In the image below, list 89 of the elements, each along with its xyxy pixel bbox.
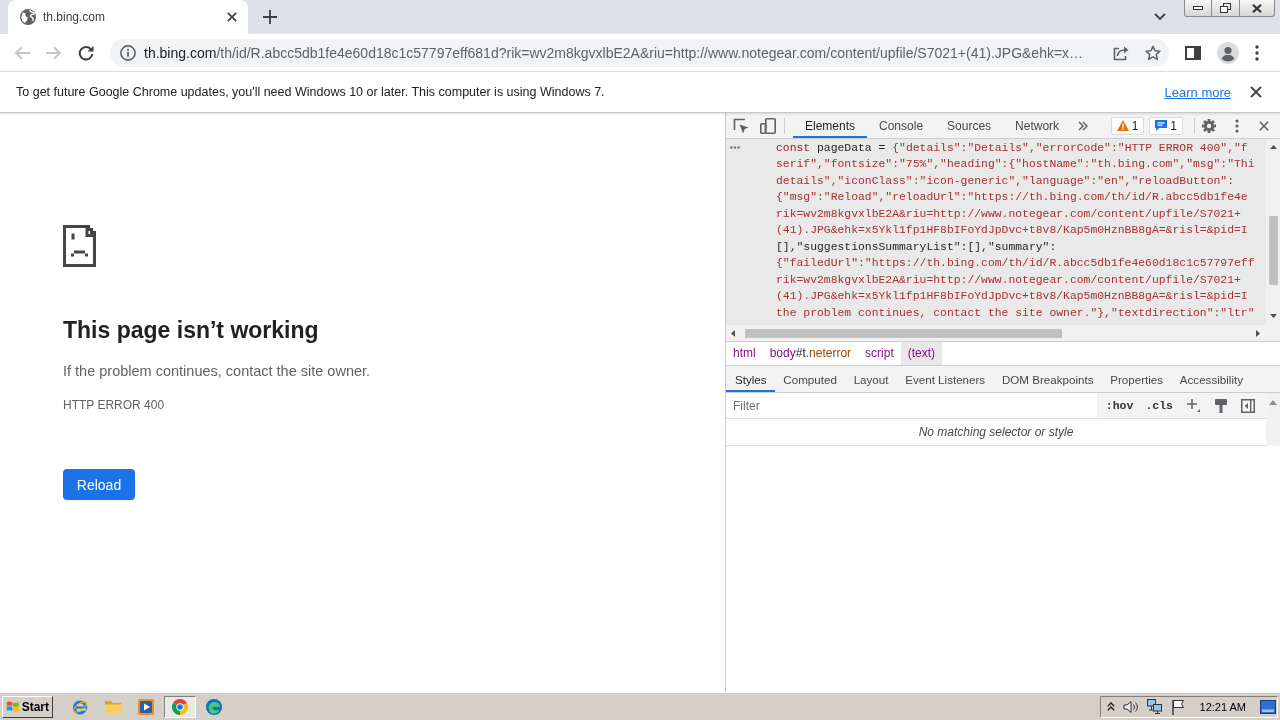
globe-icon [20,9,36,25]
pane-tab[interactable]: DOM Breakpoints [993,366,1102,392]
browser-icon[interactable] [206,698,222,715]
breadcrumb-item[interactable]: body#t.neterror [762,342,859,365]
flag-outline-icon[interactable] [1170,698,1185,715]
avatar-icon[interactable] [1217,41,1239,64]
devtools-tab[interactable]: Console [867,113,936,138]
close-window-button[interactable] [1240,0,1275,17]
scroll-left-icon[interactable] [731,329,735,337]
warning-icon [1116,120,1129,131]
code-line: rik=wv2m8kgvxlbE2A&riu=http://www.notegear.com/content/upfile/S7021+ [776,206,1241,222]
flag-icon [6,699,20,714]
devtools-tab[interactable]: Network [1003,113,1072,138]
scrollbar[interactable] [1266,139,1280,325]
browser-icon[interactable] [164,695,196,718]
inspect-icon[interactable] [733,117,749,134]
infobar-message: To get future Google Chrome updates, you'll need Windows 10 or later. This computer is using Windows 7. [16,85,605,99]
error-heading: This page isn’t working [63,316,319,344]
kebab-menu-icon[interactable] [1235,118,1239,133]
close-icon[interactable] [1250,86,1262,98]
code-line: [],"suggestionsSummaryList":[],"summary": [776,239,1057,255]
scroll-up-icon[interactable] [1269,145,1277,149]
scrollbar-thumb[interactable] [1268,216,1278,285]
close-icon[interactable] [1259,120,1269,131]
share-icon[interactable] [1113,44,1129,61]
restore-button[interactable] [1212,0,1240,17]
code-line: {"msg":"Reload","reloadUrl":"https://th.bing.com/th/id/R.abcc5db1fe4e [776,190,1248,206]
info-icon[interactable] [120,44,136,61]
minimize-icon [1193,6,1203,10]
learn-more-link[interactable]: Learn more [1164,84,1231,100]
scrollbar[interactable] [726,325,1280,342]
code-line: const pageData = {"details":"Details","errorCode":"HTTP ERROR 400","f [776,141,1248,156]
code-line: details","iconClass":"icon-generic","language":"en","reloadButton": [776,173,1234,189]
toggle-button[interactable]: .cls [1144,399,1174,412]
pane-tab[interactable]: Accessibility [1171,366,1252,392]
code-line: (41).JPG&ehk=x5Ykl1fp1HF8bIFoYdJpDvc+t8v8/Kap5m0HznBB8gA=&risl=&pid=I [776,223,1248,239]
scroll-down-icon[interactable] [1269,314,1277,318]
start-button[interactable]: Start [2,695,53,718]
restore-icon [1220,3,1231,13]
empty-styles-message: No matching selector or style [918,425,1074,439]
minimize-button[interactable] [1184,0,1212,17]
breadcrumb-item[interactable]: (text) [900,342,943,365]
gear-icon[interactable] [1202,118,1216,133]
message-icon [1155,120,1168,131]
breadcrumb-item[interactable]: html [726,342,763,365]
reload-button[interactable]: Reload [63,469,135,500]
pane-tab[interactable]: Properties [1101,366,1172,392]
chevron-down-icon[interactable] [1154,13,1166,21]
pane-tab[interactable]: Computed [774,366,846,392]
sad-page-icon [63,225,96,267]
messages-button[interactable]: 1 [1149,116,1183,135]
side-panel-icon[interactable] [1185,45,1201,60]
scroll-right-icon[interactable] [1256,329,1260,337]
brush-icon[interactable] [1215,398,1227,413]
ellipsis-icon[interactable] [730,146,740,149]
show-desktop-icon[interactable] [1260,699,1276,714]
device-toggle-icon[interactable] [760,117,776,134]
error-code: HTTP ERROR 400 [63,397,165,413]
star-icon[interactable] [1145,44,1161,61]
code-line: (41).JPG&ehk=x5Ykl1fp1HF8bIFoYdJpDvc+t8v8/Kap5m0HznBB8gA=&risl=&pid=I [776,289,1248,305]
toggle-button[interactable]: :hov [1104,399,1135,412]
scrollbar[interactable] [1266,393,1280,446]
network-icon[interactable] [1146,699,1163,714]
breadcrumb-item[interactable]: script [858,342,901,365]
pane-tab[interactable]: Layout [845,366,897,392]
plus-icon[interactable] [263,10,277,24]
code-line: rik=wv2m8kgvxlbE2A&riu=http://www.notegear.com/content/upfile/S7021+ [776,272,1241,288]
browser-icon[interactable] [72,698,88,715]
speaker-icon[interactable] [1122,699,1139,714]
kebab-menu-icon[interactable] [1255,44,1259,61]
warnings-button[interactable]: 1 [1110,116,1145,135]
scrollbar-thumb[interactable] [745,328,1062,338]
code-line: the problem continues, contact the site owner."},"textdirection":"ltr" [776,305,1255,321]
clock: 12:21 AM [1199,700,1246,713]
plus-icon[interactable] [1187,399,1200,412]
chevron-up-icon[interactable] [1106,702,1115,711]
close-icon [1252,3,1262,13]
devtools-tab[interactable]: Sources [935,113,1004,138]
browser-tab[interactable]: th.bing.com [8,0,248,34]
reload-icon[interactable] [78,44,94,61]
media-player-icon[interactable] [138,698,154,715]
close-icon[interactable] [227,12,237,22]
pane-tab[interactable]: Event Listeners [896,366,994,392]
sidebar-toggle-icon[interactable] [1241,398,1255,413]
address-bar[interactable]: th.bing.com/th/id/R.abcc5db1fe4e60d18c1c57797eff681d?rik=wv2m8kgvxlbE2A&riu=http://www.notegear.com/content/upfile/S7021+(41).JPG&ehk=x… [110,38,1169,67]
code-line: {"failedUrl":"https://th.bing.com/th/id/R.abcc5db1fe4e60d18c1c57797eff [776,256,1255,272]
error-message: If the problem continues, contact the site owner. [63,362,371,381]
code-line: serif","fontsize":"75%","heading":{"hostName":"th.bing.com","msg":"Thi [776,157,1255,173]
double-chevron-icon[interactable] [1078,120,1089,131]
